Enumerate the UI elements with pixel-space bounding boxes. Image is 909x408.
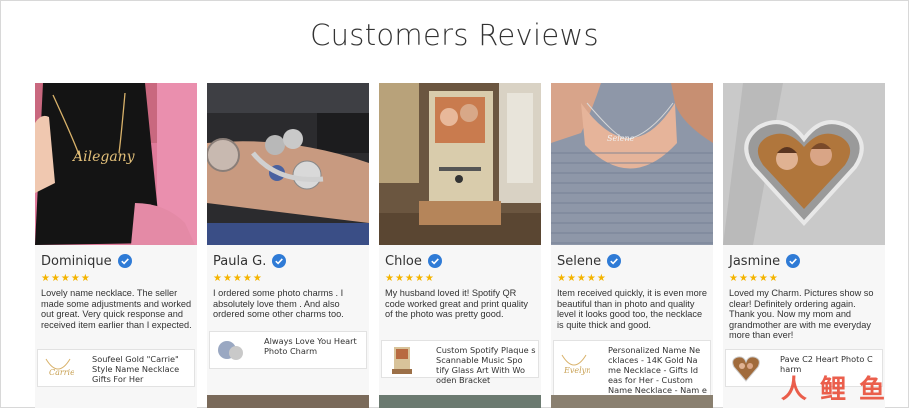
- review-text: Loved my Charm. Pictures show so clear! …: [729, 288, 874, 341]
- review-photo[interactable]: [379, 83, 541, 245]
- verified-badge-icon: [272, 254, 287, 268]
- product-link[interactable]: Evelyn Personalized Name Ne cklaces - 14…: [553, 340, 711, 405]
- review-text: Lovely name necklace. The seller made so…: [41, 288, 192, 330]
- product-thumbnail: Evelyn: [558, 351, 590, 382]
- page-title: Customers Reviews: [310, 18, 599, 52]
- review-text: Item received quickly, it is even more b…: [557, 288, 707, 330]
- review-text: I ordered some photo charms . I absolute…: [213, 288, 344, 320]
- product-link[interactable]: Carrie Soufeel Gold "Carrie" Style Name …: [37, 349, 195, 387]
- star-rating: ★★★★★: [557, 273, 607, 284]
- review-photo[interactable]: Ailegany: [35, 83, 197, 245]
- review-card-dominique: Ailegany Dominique ★★★★★ Lovely name nec…: [35, 83, 197, 408]
- reviewer-name: Selene: [557, 253, 602, 269]
- review-card-chloe: Chloe ★★★★★ My husband loved it! Spotify…: [379, 83, 541, 408]
- product-title: Soufeel Gold "Carrie" Style Name Necklac…: [92, 354, 180, 384]
- reviewer-name: Paula G.: [213, 253, 267, 269]
- verified-badge-icon: [786, 254, 801, 268]
- product-link[interactable]: Custom Spotify Plaque s Scannable Music …: [381, 340, 539, 385]
- review-card-paula: Paula G. ★★★★★ I ordered some photo char…: [207, 83, 369, 408]
- product-title: Custom Spotify Plaque s Scannable Music …: [436, 345, 536, 385]
- product-thumbnail: [214, 335, 246, 366]
- star-rating: ★★★★★: [385, 273, 435, 284]
- star-rating: ★★★★★: [41, 273, 91, 284]
- verified-badge-icon: [607, 254, 622, 268]
- next-review-photo-strip: [207, 395, 369, 408]
- star-rating: ★★★★★: [213, 273, 263, 284]
- product-title: Always Love You Heart Photo Charm: [264, 336, 357, 356]
- verified-badge-icon: [117, 254, 132, 268]
- review-text: My husband loved it! Spotify QR code wor…: [385, 288, 529, 320]
- watermark-logo: 人 鲤 鱼: [780, 375, 887, 405]
- svg-text:Selene: Selene: [607, 134, 635, 143]
- svg-text:Evelyn: Evelyn: [563, 366, 590, 375]
- review-photo[interactable]: Selene: [551, 83, 713, 245]
- product-link[interactable]: Always Love You Heart Photo Charm: [209, 331, 367, 369]
- next-review-photo-strip: [379, 395, 541, 408]
- product-thumbnail: [386, 344, 418, 375]
- review-card-jasmine: Jasmine ★★★★★ Loved my Charm. Pictures s…: [723, 83, 885, 408]
- next-review-photo-strip: [551, 395, 713, 408]
- svg-text:Ailegany: Ailegany: [71, 149, 136, 165]
- verified-badge-icon: [427, 254, 442, 268]
- reviewer-name: Chloe: [385, 253, 422, 269]
- svg-text:Carrie: Carrie: [49, 368, 74, 377]
- product-thumbnail: [730, 353, 762, 384]
- product-thumbnail: Carrie: [42, 353, 74, 384]
- review-photo[interactable]: [207, 83, 369, 245]
- reviewer-name: Dominique: [41, 253, 112, 269]
- review-photo[interactable]: [723, 83, 885, 245]
- star-rating: ★★★★★: [729, 273, 779, 284]
- review-card-selene: Selene Selene ★★★★★ Item received quickl…: [551, 83, 713, 408]
- reviewer-name: Jasmine: [729, 253, 781, 269]
